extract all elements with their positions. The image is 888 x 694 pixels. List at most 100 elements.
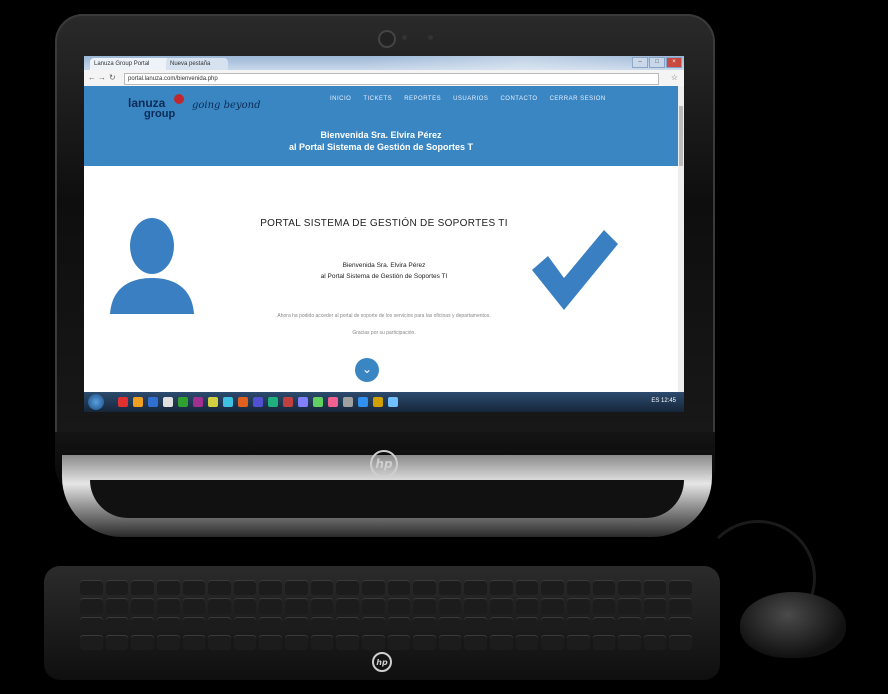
keyboard-key (618, 634, 641, 650)
keyboard-key (566, 580, 590, 596)
keyboard-key (310, 598, 334, 614)
keyboard-key (336, 580, 359, 596)
site-nav: INICIO TICKETS REPORTES USUARIOS CONTACT… (330, 96, 606, 102)
taskbar-app-icon[interactable] (133, 397, 143, 407)
keyboard-key (156, 634, 180, 650)
keyboard-key (464, 598, 487, 614)
taskbar-app-icon[interactable] (253, 397, 263, 407)
keyboard-key (182, 580, 206, 596)
keyboard-key (259, 616, 282, 632)
taskbar-app-icon[interactable] (163, 397, 173, 407)
keyboard-key (515, 580, 539, 596)
scrollbar[interactable] (678, 86, 684, 392)
start-button[interactable] (88, 394, 104, 410)
portal-title: PORTAL SISTEMA DE GESTIÓN DE SOPORTES TI (260, 218, 508, 229)
taskbar-app-icon[interactable] (388, 397, 398, 407)
keyboard-key (643, 616, 667, 632)
browser-tab[interactable]: Lanuza Group Portal (90, 58, 170, 70)
windows-taskbar: ES 12:45 (84, 392, 684, 412)
keyboard-key (310, 634, 334, 650)
welcome-title: Bienvenida Sra. Elvira Pérez (320, 130, 442, 140)
taskbar-app-icon[interactable] (148, 397, 158, 407)
keyboard-key (361, 580, 385, 596)
keyboard-key (515, 598, 539, 614)
keyboard-key (80, 580, 103, 596)
keyboard-key (618, 616, 641, 632)
taskbar-app-icon[interactable] (283, 397, 293, 407)
nav-item[interactable]: INICIO (330, 96, 351, 102)
taskbar-app-icon[interactable] (223, 397, 233, 407)
user-avatar-icon (110, 218, 194, 314)
keyboard-key (566, 616, 590, 632)
keyboard-key (182, 616, 206, 632)
keyboard-key (413, 616, 436, 632)
keyboard-key (541, 634, 564, 650)
taskbar-app-icon[interactable] (298, 397, 308, 407)
reload-icon[interactable]: ↻ (109, 73, 116, 82)
taskbar-app-icon[interactable] (178, 397, 188, 407)
keyboard-key (566, 634, 590, 650)
keyboard-key (490, 634, 513, 650)
taskbar-app-icon[interactable] (118, 397, 128, 407)
keyboard-key (80, 616, 103, 632)
taskbar-app-icon[interactable] (208, 397, 218, 407)
back-arrow-icon[interactable]: ← (88, 73, 96, 82)
keyboard-key (515, 634, 539, 650)
nav-item[interactable]: USUARIOS (453, 96, 488, 102)
keyboard-hp-logo-icon: hp (372, 652, 392, 672)
keyboard-key (208, 634, 231, 650)
keyboard-key (233, 598, 257, 614)
nav-item[interactable]: CERRAR SESION (550, 96, 606, 102)
taskbar-app-icon[interactable] (373, 397, 383, 407)
scroll-down-button[interactable]: ⌄ (355, 358, 379, 382)
taskbar-app-icon[interactable] (313, 397, 323, 407)
system-tray: ES 12:45 (651, 398, 676, 404)
url-input[interactable]: portal.lanuza.com/bienvenida.php (124, 73, 659, 85)
keyboard-key (182, 634, 206, 650)
portal-subtitle-2: al Portal Sistema de Gestión de Soportes… (320, 273, 448, 280)
star-icon[interactable]: ☆ (671, 73, 678, 82)
taskbar-app-icon[interactable] (238, 397, 248, 407)
keyboard-key (233, 634, 257, 650)
keyboard-key (310, 580, 334, 596)
keyboard-key (438, 634, 462, 650)
monitor-stand-inner (90, 480, 684, 518)
keyboard-key (618, 580, 641, 596)
main-content: PORTAL SISTEMA DE GESTIÓN DE SOPORTES TI… (84, 166, 678, 392)
nav-item[interactable]: CONTACTO (500, 96, 537, 102)
keyboard-key (387, 616, 411, 632)
nav-item[interactable]: REPORTES (404, 96, 441, 102)
keyboard-key (643, 634, 667, 650)
forward-arrow-icon[interactable]: → (98, 73, 106, 82)
keyboard-key (566, 598, 590, 614)
keyboard-key (336, 598, 359, 614)
taskbar-app-icon[interactable] (343, 397, 353, 407)
address-bar: ← → ↻ portal.lanuza.com/bienvenida.php ☆ (84, 70, 684, 87)
browser-tab[interactable]: Nueva pestaña (166, 58, 228, 70)
keyboard-key (387, 598, 411, 614)
keyboard-key (285, 598, 308, 614)
keyboard-key (336, 616, 359, 632)
nav-item[interactable]: TICKETS (363, 96, 392, 102)
keyboard-key (156, 598, 180, 614)
keyboard-key (208, 598, 231, 614)
taskbar-app-icon[interactable] (358, 397, 368, 407)
keyboard-key (156, 580, 180, 596)
keyboard-key (438, 598, 462, 614)
keyboard-key (182, 598, 206, 614)
checkmark-icon (532, 230, 618, 310)
browser-tab-bar: Lanuza Group Portal Nueva pestaña – □ × (84, 56, 684, 86)
keyboard-key (387, 580, 411, 596)
taskbar-app-icon[interactable] (268, 397, 278, 407)
keyboard-key (105, 598, 129, 614)
portal-description: Ahora ha podido acceder al portal de sop… (277, 313, 491, 319)
taskbar-app-icon[interactable] (328, 397, 338, 407)
keyboard-key (413, 634, 436, 650)
keyboard-key (669, 580, 692, 596)
webcam (378, 30, 396, 48)
keyboard-key (259, 634, 282, 650)
keyboard-key (490, 616, 513, 632)
welcome-subtitle: al Portal Sistema de Gestión de Soportes… (288, 142, 474, 152)
taskbar-app-icon[interactable] (193, 397, 203, 407)
keyboard-key (541, 598, 564, 614)
